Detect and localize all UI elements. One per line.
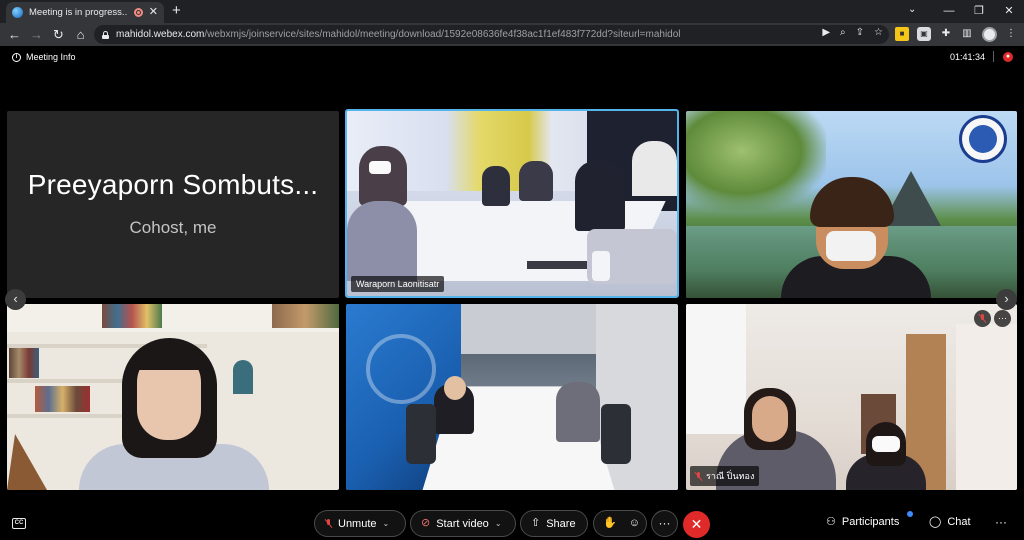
participant-name-text: ราณี ปิ่นทอง (706, 471, 755, 481)
mic-off-icon (325, 519, 332, 528)
side-panel-icon[interactable]: ▥ (960, 27, 974, 41)
browser-menu-icon[interactable]: ⋮ (1004, 27, 1018, 41)
browser-toolbar: ← → ↻ ⌂ mahidol.webex.com/webxmjs/joinse… (0, 23, 1024, 46)
restore-button[interactable]: ❐ (964, 0, 994, 23)
bookmark-star-icon[interactable]: ☆ (874, 27, 883, 38)
forward-arrow-icon[interactable]: → (28, 26, 45, 43)
extension-yellow-icon[interactable]: ■ (895, 27, 909, 41)
browser-tab[interactable]: Meeting is in progress... ✕ (6, 2, 164, 23)
webex-favicon-icon (12, 7, 23, 18)
chat-button[interactable]: ◯ Chat (929, 516, 971, 528)
chat-bubble-icon: ◯ (929, 515, 942, 528)
url-host: mahidol.webex.com (116, 29, 205, 40)
mic-off-icon (979, 314, 986, 323)
start-video-button[interactable]: ⊘ Start video ⌄ (410, 510, 516, 537)
header-divider (993, 51, 994, 62)
share-button[interactable]: ⇧ Share (520, 510, 588, 537)
video-feed (347, 111, 677, 296)
tab-title: Meeting is in progress... (29, 7, 128, 18)
browser-tab-bar: Meeting is in progress... ✕ + ⌄ — ❐ ✕ (0, 0, 1024, 23)
home-icon[interactable]: ⌂ (72, 26, 89, 43)
participants-icon: ⚇ (826, 515, 836, 528)
tab-search-icon[interactable]: ⌄ (908, 4, 916, 15)
back-arrow-icon[interactable]: ← (6, 26, 23, 43)
overflow-menu-button[interactable]: ··· (995, 515, 1007, 529)
chat-label: Chat (947, 516, 971, 528)
minimize-button[interactable]: — (934, 0, 964, 23)
tile-more-button[interactable]: ··· (994, 310, 1011, 327)
share-page-icon[interactable]: ⇪ (856, 27, 864, 38)
grid-next-arrow[interactable]: › (996, 289, 1017, 310)
video-tile-self[interactable]: Preeyaporn Sombuts... Cohost, me (7, 111, 339, 298)
participant-name-text: Waraporn Laonitisatr (356, 279, 440, 289)
profile-avatar[interactable] (982, 27, 997, 42)
lock-icon (102, 30, 109, 39)
participants-label: Participants (841, 516, 900, 528)
mic-off-icon (695, 471, 702, 481)
share-screen-icon: ⇧ (531, 517, 541, 529)
url-text: mahidol.webex.com/webxmjs/joinservice/si… (116, 29, 681, 40)
participant-role: Cohost, me (129, 218, 217, 237)
reactions-icon[interactable]: ☺ (629, 518, 640, 529)
recording-status-icon[interactable]: ● (1003, 52, 1013, 62)
meeting-info-label: Meeting Info (26, 52, 76, 62)
extension-gray-icon[interactable]: ▣ (917, 27, 931, 41)
video-tile-home[interactable] (7, 304, 339, 490)
tab-close-icon[interactable]: ✕ (149, 7, 158, 18)
participant-name: Preeyaporn Sombuts... (27, 169, 319, 200)
grid-prev-arrow[interactable]: ‹ (5, 289, 26, 310)
participants-button[interactable]: ⚇ Participants (826, 516, 899, 528)
camera-permission-icon[interactable]: ▶ (822, 27, 830, 38)
url-path: /webxmjs/joinservice/sites/mahidol/meeti… (204, 29, 681, 40)
info-icon: i (12, 52, 21, 62)
address-bar[interactable]: mahidol.webex.com/webxmjs/joinservice/si… (94, 25, 889, 44)
notification-badge (907, 511, 913, 517)
unmute-button[interactable]: Unmute ⌄ (314, 510, 406, 537)
video-feed (346, 304, 678, 490)
window-controls: — ❐ ✕ (934, 0, 1024, 23)
video-feed (7, 304, 339, 490)
participant-name-label: ราณี ปิ่นทอง (690, 466, 760, 486)
more-options-button[interactable]: ··· (651, 510, 678, 537)
leave-meeting-button[interactable]: ✕ (683, 511, 710, 538)
raise-hand-icon[interactable]: ✋ (603, 518, 617, 529)
meeting-timer: 01:41:34 (950, 52, 986, 62)
extensions-puzzle-icon[interactable]: ✚ (939, 27, 953, 41)
start-video-label: Start video (436, 517, 489, 530)
video-feed (686, 111, 1017, 298)
video-tile-office[interactable]: ··· ราณี ปิ่นทอง (686, 304, 1017, 490)
share-label: Share (546, 517, 576, 530)
video-feed (686, 304, 1017, 490)
new-tab-button[interactable]: + (172, 3, 181, 19)
tile-mute-icon[interactable] (974, 310, 991, 327)
close-window-button[interactable]: ✕ (994, 0, 1024, 23)
unmute-label: Unmute (338, 517, 377, 530)
closed-captions-icon[interactable]: CC (12, 518, 26, 529)
chevron-down-icon[interactable]: ⌄ (495, 519, 502, 528)
video-tile-conference[interactable] (346, 304, 678, 490)
reactions-group: ✋ ☺ (593, 510, 647, 537)
participant-name-label: Waraporn Laonitisatr (351, 276, 445, 292)
video-tile-active-speaker[interactable]: Waraporn Laonitisatr (345, 109, 679, 298)
meeting-info-button[interactable]: i Meeting Info (12, 52, 76, 62)
recording-indicator-icon (133, 8, 143, 17)
video-tile-outdoor[interactable] (686, 111, 1017, 298)
zoom-icon[interactable]: ⌕ (840, 27, 846, 38)
video-off-icon: ⊘ (421, 517, 431, 529)
reload-icon[interactable]: ↻ (50, 26, 67, 43)
chevron-down-icon[interactable]: ⌄ (383, 519, 390, 528)
